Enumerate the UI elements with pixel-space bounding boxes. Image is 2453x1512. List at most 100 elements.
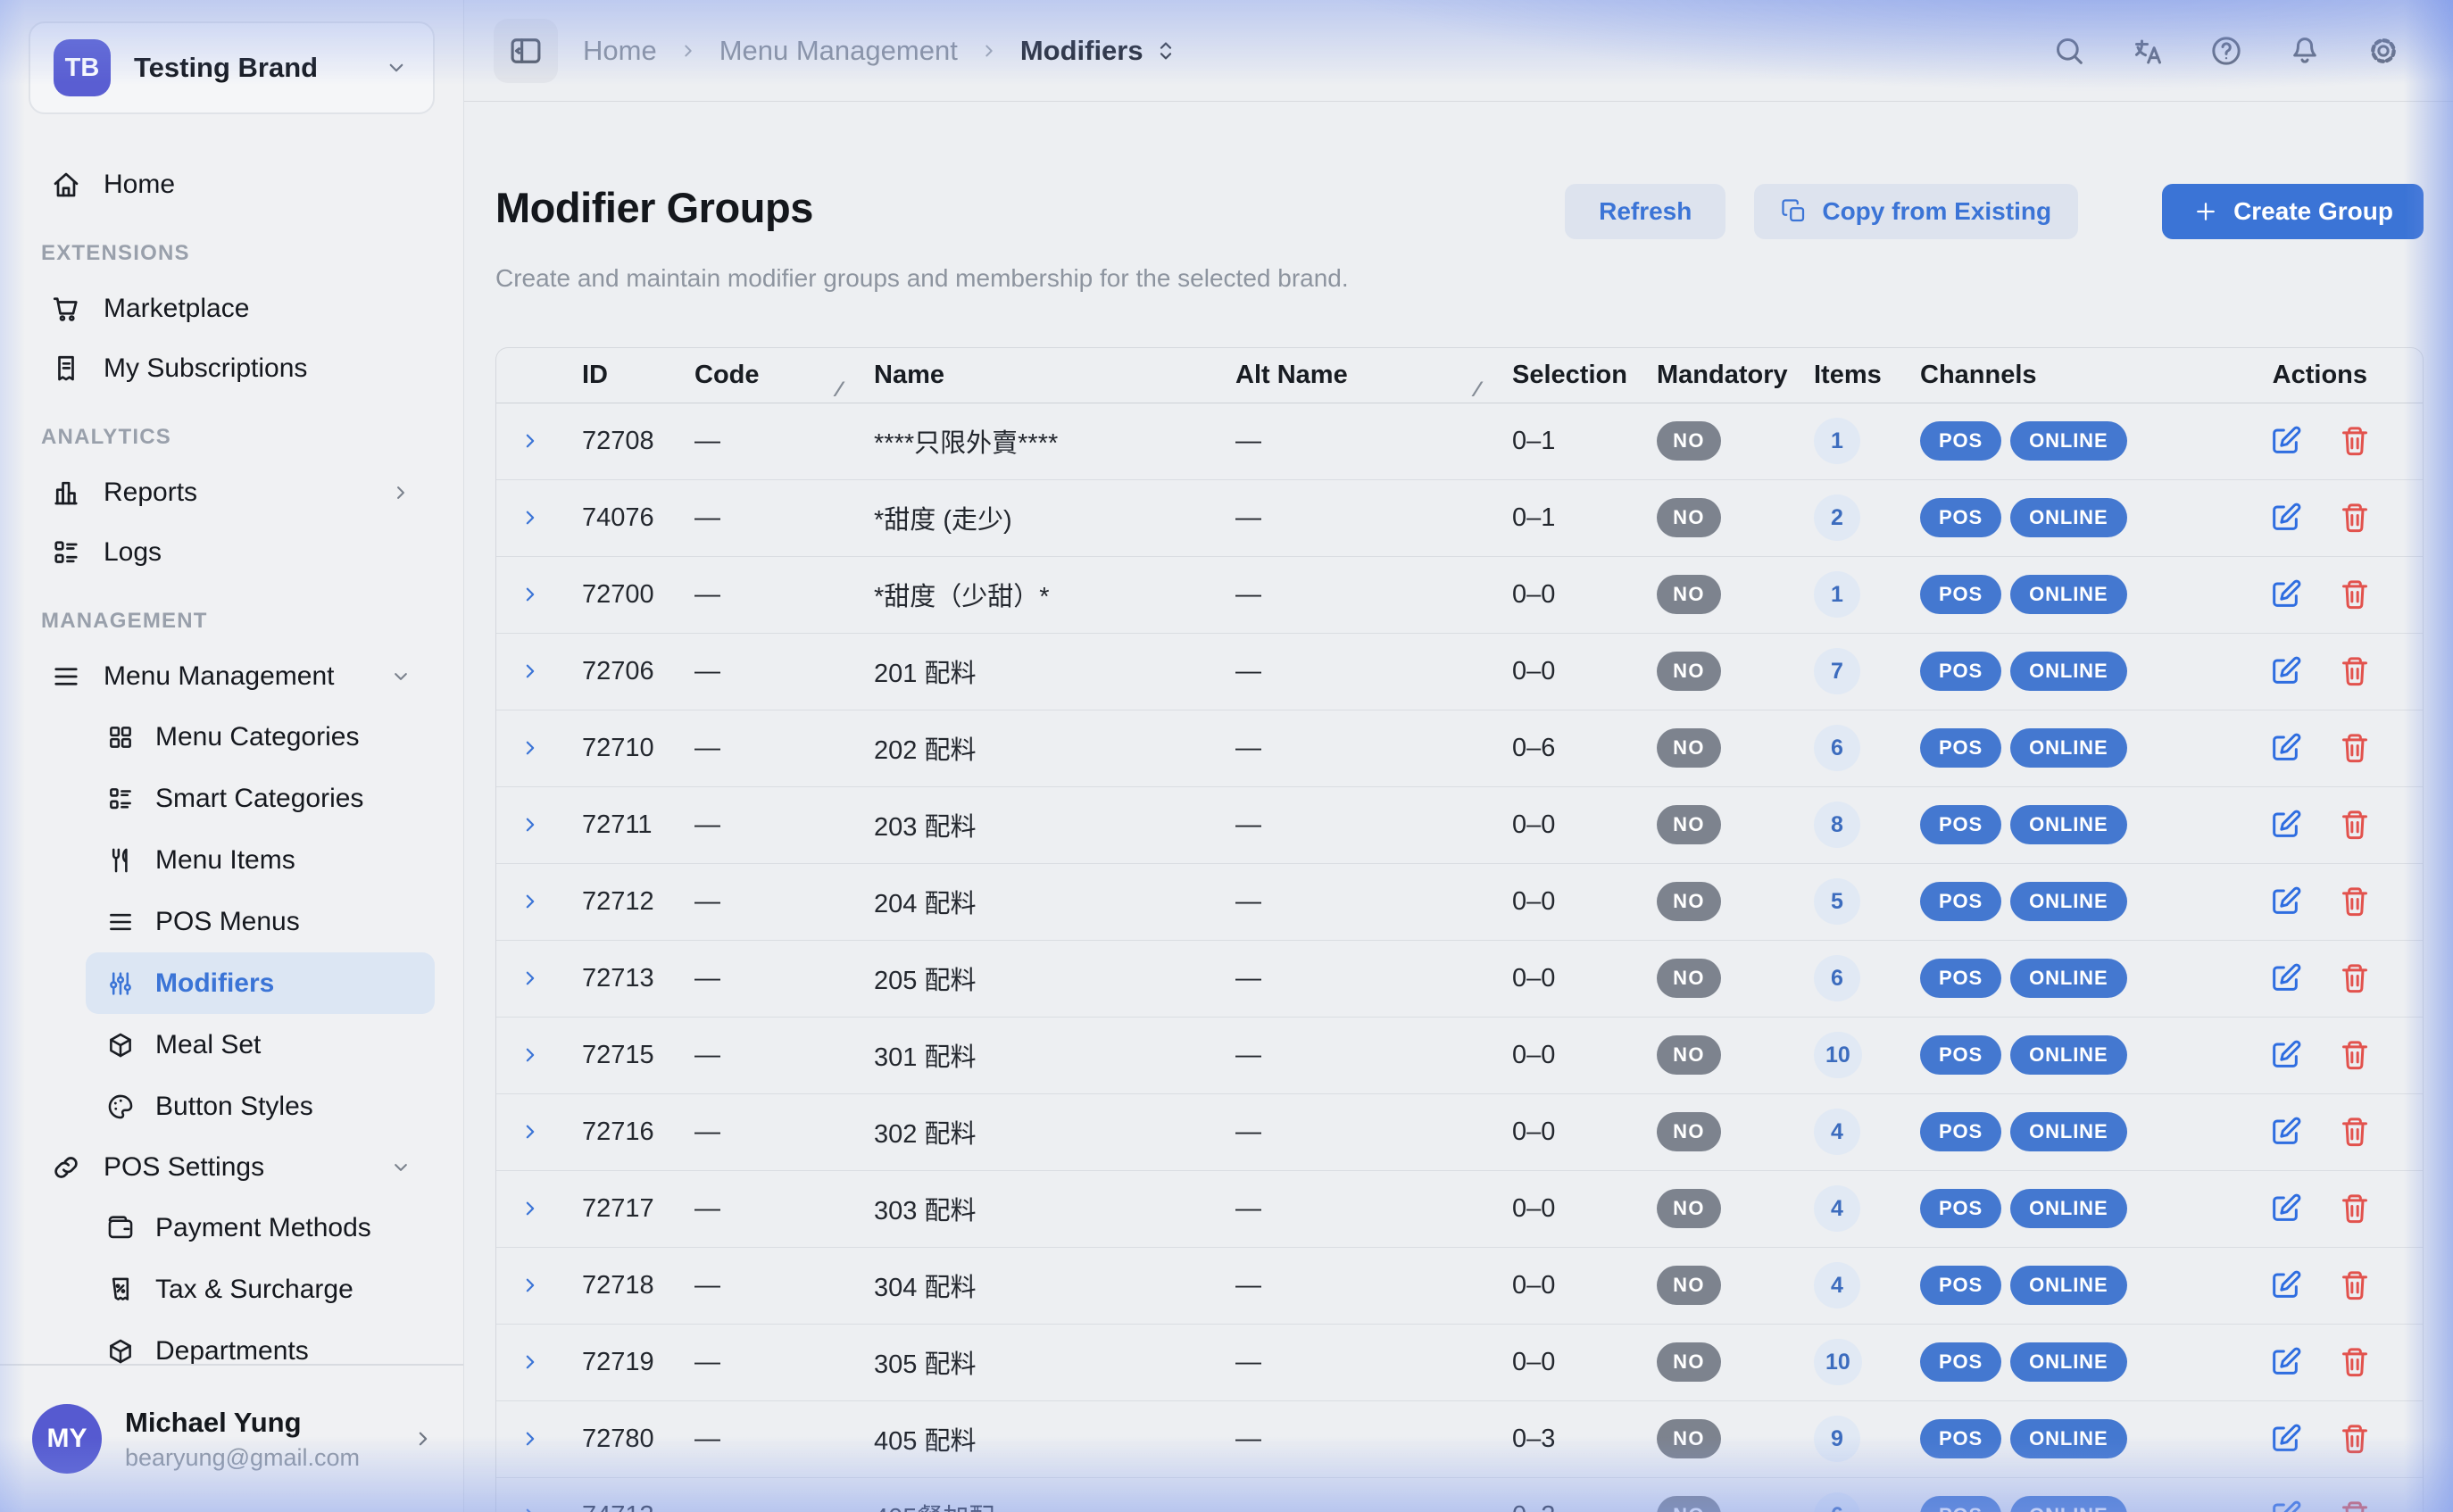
sidebar-item-marketplace[interactable]: Marketplace	[29, 278, 435, 338]
edit-button[interactable]	[2267, 423, 2303, 459]
delete-button[interactable]	[2337, 960, 2373, 996]
edit-button[interactable]	[2267, 960, 2303, 996]
chevron-right-icon	[517, 1042, 544, 1068]
delete-button[interactable]	[2337, 807, 2373, 843]
sidebar-item-modifiers[interactable]: Modifiers	[86, 952, 435, 1014]
delete-button[interactable]	[2337, 1114, 2373, 1150]
edit-button[interactable]	[2267, 1037, 2303, 1073]
expand-row-button[interactable]	[517, 428, 544, 454]
translate-button[interactable]	[2130, 33, 2166, 69]
trash-icon	[2337, 577, 2373, 612]
delete-button[interactable]	[2337, 1037, 2373, 1073]
breadcrumb-menu-management[interactable]: Menu Management	[719, 35, 958, 67]
column-header-actions[interactable]: Actions	[2183, 361, 2423, 390]
edit-button[interactable]	[2267, 500, 2303, 536]
column-header-alt-name[interactable]: Alt Name	[1215, 361, 1492, 390]
expand-row-button[interactable]	[517, 1042, 544, 1068]
delete-button[interactable]	[2337, 884, 2373, 919]
bell-button[interactable]	[2287, 33, 2323, 69]
edit-button[interactable]	[2267, 1267, 2303, 1303]
search-button[interactable]	[2051, 33, 2087, 69]
expand-row-button[interactable]	[517, 965, 544, 992]
delete-button[interactable]	[2337, 1498, 2373, 1512]
expand-row-button[interactable]	[517, 658, 544, 685]
delete-button[interactable]	[2337, 423, 2373, 459]
edit-button[interactable]	[2267, 1344, 2303, 1380]
sidebar-item-meal-set[interactable]: Meal Set	[86, 1014, 435, 1076]
row-selection: 0–0	[1492, 1348, 1639, 1377]
expand-row-button[interactable]	[517, 1349, 544, 1375]
trash-icon	[2337, 807, 2373, 843]
column-header-channels[interactable]: Channels	[1898, 361, 2183, 390]
help-button[interactable]	[2208, 33, 2244, 69]
sidebar-item-button-styles[interactable]: Button Styles	[86, 1076, 435, 1137]
edit-icon	[2267, 1344, 2303, 1380]
gear-button[interactable]	[2366, 33, 2401, 69]
delete-button[interactable]	[2337, 577, 2373, 612]
delete-button[interactable]	[2337, 1344, 2373, 1380]
expand-row-button[interactable]	[517, 1118, 544, 1145]
expand-row-button[interactable]	[517, 581, 544, 608]
expand-row-button[interactable]	[517, 735, 544, 761]
items-count-badge: 10	[1814, 1339, 1862, 1385]
expand-row-button[interactable]	[517, 504, 544, 531]
expand-row-button[interactable]	[517, 811, 544, 838]
expand-row-button[interactable]	[517, 1425, 544, 1452]
row-alt-name: —	[1215, 1194, 1492, 1224]
edit-button[interactable]	[2267, 653, 2303, 689]
breadcrumb-current[interactable]: Modifiers	[1020, 35, 1179, 67]
column-header-name[interactable]: Name	[853, 361, 1215, 390]
edit-button[interactable]	[2267, 1191, 2303, 1226]
edit-button[interactable]	[2267, 1421, 2303, 1457]
column-header-selection[interactable]: Selection	[1492, 361, 1639, 390]
edit-button[interactable]	[2267, 1114, 2303, 1150]
items-count-badge: 2	[1814, 494, 1860, 541]
delete-button[interactable]	[2337, 1421, 2373, 1457]
copy-from-existing-button[interactable]: Copy from Existing	[1754, 184, 2078, 239]
column-header-mandatory[interactable]: Mandatory	[1639, 361, 1796, 390]
trash-icon	[2337, 884, 2373, 919]
breadcrumb-home[interactable]: Home	[583, 35, 657, 67]
column-header-id[interactable]: ID	[564, 361, 675, 390]
expand-row-button[interactable]	[517, 1272, 544, 1299]
sidebar-item-pos-settings[interactable]: POS Settings	[29, 1137, 435, 1197]
sidebar-item-smart-categories[interactable]: Smart Categories	[86, 768, 435, 829]
sidebar-item-menu-categories[interactable]: Menu Categories	[86, 706, 435, 768]
create-group-button[interactable]: Create Group	[2162, 184, 2424, 239]
table-row: 72700 — *甜度（少甜）* — 0–0 NO 1 POSONLINE	[496, 557, 2423, 634]
breadcrumb: Home Menu Management Modifiers	[583, 35, 1179, 67]
sidebar-item-pos-menus[interactable]: POS Menus	[86, 891, 435, 952]
sidebar-toggle-button[interactable]	[494, 19, 558, 83]
brand-selector[interactable]: TB Testing Brand	[29, 21, 435, 114]
table-row: 72712 — 204 配料 — 0–0 NO 5 POSONLINE	[496, 864, 2423, 941]
edit-button[interactable]	[2267, 884, 2303, 919]
sidebar-item-my-subscriptions[interactable]: My Subscriptions	[29, 338, 435, 398]
delete-button[interactable]	[2337, 653, 2373, 689]
user-menu[interactable]: MY Michael Yung bearyung@gmail.com	[0, 1364, 463, 1512]
edit-button[interactable]	[2267, 577, 2303, 612]
sidebar-item-reports[interactable]: Reports	[29, 462, 435, 522]
expand-row-button[interactable]	[517, 888, 544, 915]
expand-row-button[interactable]	[517, 1195, 544, 1222]
edit-button[interactable]	[2267, 730, 2303, 766]
sidebar-item-menu-management[interactable]: Menu Management	[29, 646, 435, 706]
row-channels: POSONLINE	[1898, 959, 2183, 998]
expand-row-button[interactable]	[517, 1502, 544, 1512]
mandatory-badge: NO	[1657, 1266, 1721, 1305]
delete-button[interactable]	[2337, 730, 2373, 766]
edit-button[interactable]	[2267, 807, 2303, 843]
chevron-right-icon	[517, 1425, 544, 1452]
refresh-button[interactable]: Refresh	[1565, 184, 1725, 239]
delete-button[interactable]	[2337, 1267, 2373, 1303]
delete-button[interactable]	[2337, 500, 2373, 536]
sidebar-item-payment-methods[interactable]: Payment Methods	[86, 1197, 435, 1259]
table-row: 72780 — 405 配料 — 0–3 NO 9 POSONLINE	[496, 1401, 2423, 1478]
sidebar-item-menu-items[interactable]: Menu Items	[86, 829, 435, 891]
column-header-code[interactable]: Code	[675, 361, 853, 390]
edit-button[interactable]	[2267, 1498, 2303, 1512]
sidebar-item-home[interactable]: Home	[29, 154, 435, 214]
sidebar-item-tax-surcharge[interactable]: Tax & Surcharge	[86, 1259, 435, 1320]
sidebar-item-logs[interactable]: Logs	[29, 522, 435, 582]
column-header-items[interactable]: Items	[1796, 361, 1898, 390]
delete-button[interactable]	[2337, 1191, 2373, 1226]
